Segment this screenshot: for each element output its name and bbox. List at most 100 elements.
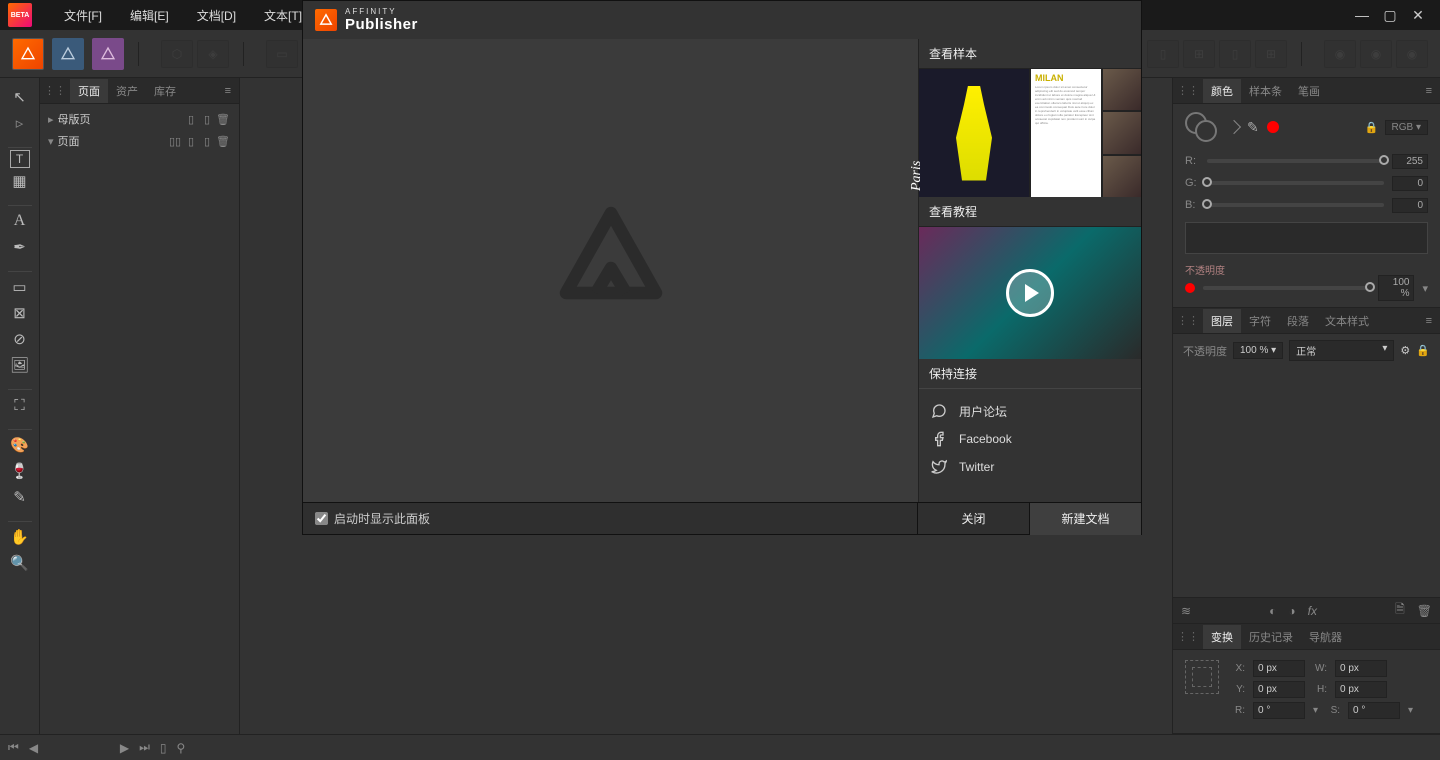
tool-r11-icon[interactable]: ◉ <box>1396 40 1428 68</box>
facebook-link[interactable]: Facebook <box>919 425 1141 453</box>
eyedropper-icon[interactable]: ✎ <box>1247 119 1259 136</box>
color-picker-tool[interactable]: ✎ <box>5 484 35 510</box>
tool-diamond-icon[interactable]: ◈ <box>197 40 229 68</box>
tf-h-input[interactable]: 0 px <box>1335 681 1387 698</box>
persona-designer[interactable] <box>52 38 84 70</box>
tab-color[interactable]: 颜色 <box>1203 79 1241 103</box>
persona-photo[interactable] <box>92 38 124 70</box>
forum-link[interactable]: 用户论坛 <box>919 397 1141 425</box>
panel-options-icon[interactable]: ≡ <box>1422 315 1436 327</box>
tool-box1-icon[interactable]: ▭ <box>266 40 298 68</box>
gear-icon[interactable]: ⚙ <box>1400 344 1410 357</box>
minimize-button[interactable]: — <box>1354 7 1370 24</box>
tab-stroke[interactable]: 笔画 <box>1290 79 1328 103</box>
tab-assets[interactable]: 资产 <box>108 79 146 103</box>
page2-icon[interactable]: ▯ <box>199 135 215 148</box>
transparency-tool[interactable]: 🍷 <box>5 458 35 484</box>
tool-hex-icon[interactable]: ⬡ <box>161 40 193 68</box>
pages-row[interactable]: ▾ 页面 ▯▯ ▯ ▯ 🗑 <box>48 130 231 152</box>
new-document-button[interactable]: 新建文档 <box>1029 503 1141 535</box>
picture-frame-tool[interactable]: ⊠ <box>5 300 35 326</box>
next-page-icon[interactable]: ▶ <box>120 741 129 755</box>
zoom-tool[interactable]: 🔍 <box>5 550 35 576</box>
r-value[interactable]: 255 <box>1392 154 1428 169</box>
tf-s-input[interactable]: 0 ° <box>1348 702 1400 719</box>
ellipse-tool[interactable]: ⊘ <box>5 326 35 352</box>
current-color-swatch[interactable] <box>1267 121 1279 133</box>
tab-character[interactable]: 字符 <box>1241 309 1279 333</box>
tab-layers[interactable]: 图层 <box>1203 309 1241 333</box>
tf-w-input[interactable]: 0 px <box>1335 660 1387 677</box>
panel-grip-icon[interactable]: ⋮⋮ <box>1177 630 1199 643</box>
menu-0[interactable]: 文件[F] <box>52 1 114 30</box>
first-page-icon[interactable]: ⏮ <box>8 740 19 755</box>
b-slider[interactable] <box>1207 203 1384 207</box>
add-layer-icon[interactable]: 🗎 <box>1395 600 1405 621</box>
panel-grip-icon[interactable]: ⋮⋮ <box>1177 84 1199 97</box>
anchor-point-selector[interactable] <box>1185 660 1219 694</box>
pen-tool[interactable]: ✒ <box>5 234 35 260</box>
g-value[interactable]: 0 <box>1392 176 1428 191</box>
layer-opacity-value[interactable]: 100 % ▾ <box>1233 342 1283 359</box>
tool-r6-icon[interactable]: ⊞ <box>1183 40 1215 68</box>
close-button[interactable]: ✕ <box>1410 7 1426 24</box>
menu-2[interactable]: 文档[D] <box>185 1 248 30</box>
swap-colors-icon[interactable] <box>1227 120 1241 134</box>
tf-r-input[interactable]: 0 ° <box>1253 702 1305 719</box>
trash-icon[interactable]: 🗑 <box>215 113 231 126</box>
twitter-link[interactable]: Twitter <box>919 453 1141 481</box>
persona-publisher[interactable] <box>12 38 44 70</box>
node-tool[interactable]: ▹ <box>5 110 35 136</box>
show-on-start-checkbox[interactable]: 启动时显示此面板 <box>303 510 917 527</box>
tab-paragraph[interactable]: 段落 <box>1279 309 1317 333</box>
image-tool[interactable]: 🖼 <box>5 352 35 378</box>
lock-icon[interactable]: 🔒 <box>1365 121 1379 134</box>
lock-icon[interactable]: 🔒 <box>1416 344 1430 357</box>
tab-pages[interactable]: 页面 <box>70 79 108 103</box>
delete-layer-icon[interactable]: 🗑 <box>1417 604 1432 618</box>
page-icon[interactable]: ▯ <box>183 135 199 148</box>
page-list-icon[interactable]: ▯ <box>160 741 167 755</box>
color-mode-select[interactable]: RGB ▾ <box>1385 120 1428 135</box>
panel-options-icon[interactable]: ≡ <box>221 85 235 97</box>
crop-tool[interactable]: ⛶ <box>5 392 35 418</box>
tab-transform[interactable]: 变换 <box>1203 625 1241 649</box>
maximize-button[interactable]: ▢ <box>1382 7 1398 24</box>
adjust-icon[interactable]: ◑ <box>1288 604 1295 618</box>
opacity-value[interactable]: 100 % <box>1378 275 1414 301</box>
tool-r9-icon[interactable]: ◉ <box>1324 40 1356 68</box>
panel-options-icon[interactable]: ≡ <box>1422 85 1436 97</box>
tab-swatches[interactable]: 样本条 <box>1241 79 1290 103</box>
tool-r10-icon[interactable]: ◉ <box>1360 40 1392 68</box>
fx-icon[interactable]: fx <box>1308 604 1317 618</box>
tool-r5-icon[interactable]: ▯ <box>1147 40 1179 68</box>
table-tool[interactable]: ▦ <box>5 168 35 194</box>
master-pages-row[interactable]: ▸ 母版页 ▯ ▯ 🗑 <box>48 108 231 130</box>
spread-icon[interactable]: ▯ <box>199 113 215 126</box>
samples-preview[interactable]: Paris MILANLorem ipsum dolor sit amet co… <box>919 69 1141 197</box>
trash-icon[interactable]: 🗑 <box>215 135 231 148</box>
move-tool[interactable]: ↖ <box>5 84 35 110</box>
fill-tool[interactable]: 🎨 <box>5 432 35 458</box>
tool-r8-icon[interactable]: ⊞ <box>1255 40 1287 68</box>
tab-navigator[interactable]: 导航器 <box>1301 625 1350 649</box>
menu-1[interactable]: 编辑[E] <box>118 1 181 30</box>
close-button[interactable]: 关闭 <box>917 503 1029 535</box>
panel-grip-icon[interactable]: ⋮⋮ <box>44 84 66 97</box>
tab-textstyles[interactable]: 文本样式 <box>1317 309 1377 333</box>
pan-tool[interactable]: ✋ <box>5 524 35 550</box>
tab-stock[interactable]: 库存 <box>146 79 184 103</box>
page-icon[interactable]: ▯ <box>183 113 199 126</box>
tab-history[interactable]: 历史记录 <box>1241 625 1301 649</box>
rectangle-tool[interactable]: ▭ <box>5 274 35 300</box>
panel-grip-icon[interactable]: ⋮⋮ <box>1177 314 1199 327</box>
tool-r7-icon[interactable]: ▯ <box>1219 40 1251 68</box>
spread-icon[interactable]: ▯▯ <box>167 135 183 148</box>
last-page-icon[interactable]: ⏭ <box>139 740 150 755</box>
opacity-slider[interactable] <box>1203 286 1370 290</box>
tf-x-input[interactable]: 0 px <box>1253 660 1305 677</box>
opacity-menu-icon[interactable]: ▾ <box>1422 282 1428 295</box>
layers-stack-icon[interactable]: ≋ <box>1181 604 1191 618</box>
text-frame-tool[interactable]: T <box>10 150 30 168</box>
artistic-text-tool[interactable]: A <box>5 208 35 234</box>
